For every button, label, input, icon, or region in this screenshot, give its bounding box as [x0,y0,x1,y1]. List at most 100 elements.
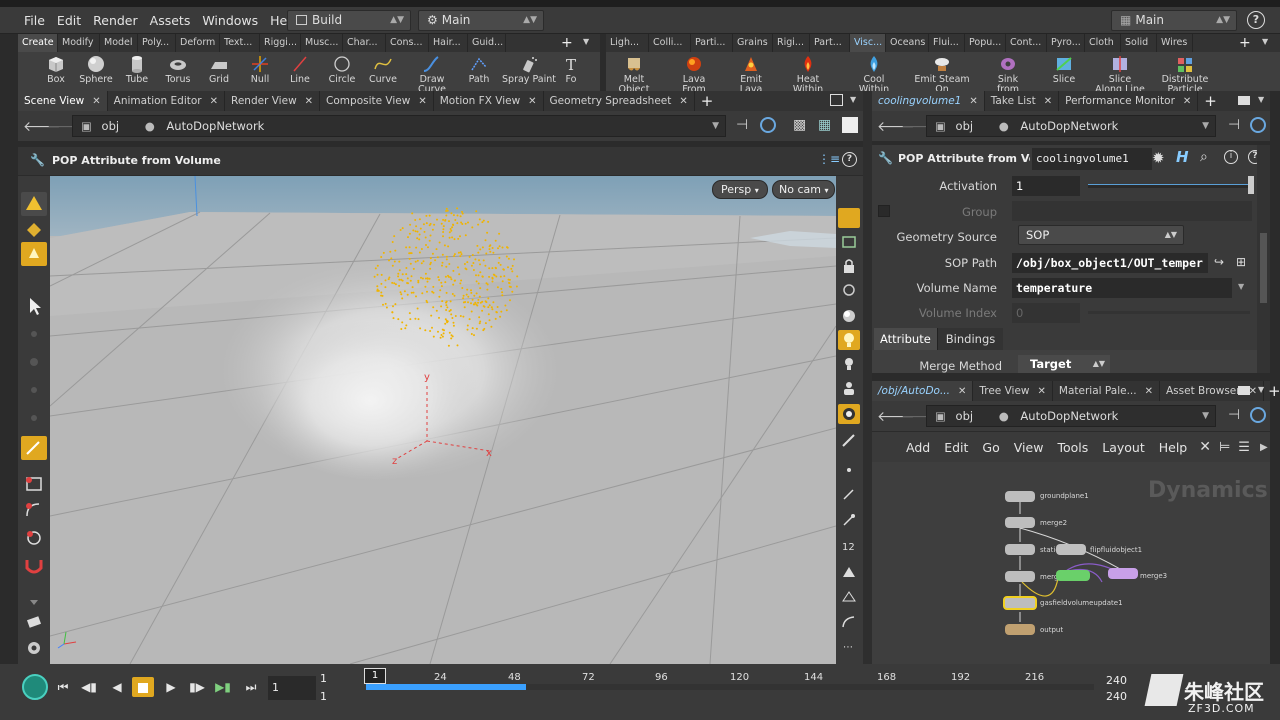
pane-splitter[interactable] [863,91,872,664]
normals-icon[interactable] [838,484,860,504]
pane-layout-icon[interactable] [1238,96,1250,105]
tools-icon[interactable]: ✕ [1199,439,1211,455]
play-icon[interactable]: ▶ [160,677,182,697]
net-menu-layout[interactable]: Layout [1102,440,1145,455]
user-icon[interactable] [838,378,860,398]
menu-assets[interactable]: Assets [144,7,197,34]
node-output[interactable] [1005,624,1035,635]
light-icon[interactable] [838,354,860,374]
volume-index-slider[interactable] [1088,311,1250,314]
tab-take-list[interactable]: Take List ✕ [985,91,1060,111]
desktop-dropdown[interactable]: Build ▲▼ [287,10,411,31]
chevron-down-icon[interactable]: ▼ [712,116,719,136]
list-icon[interactable]: ☰ [1238,440,1250,455]
shelf-tab-deform[interactable]: Deform [176,34,220,52]
net-menu-edit[interactable]: Edit [944,440,968,455]
search-icon[interactable]: ⌕ [1200,149,1208,165]
add-tab-icon[interactable]: + [1204,92,1217,110]
shelf-tab-guide[interactable]: Guid... [468,34,506,52]
snap-point-icon[interactable] [21,526,47,550]
shelf-tab-pyro[interactable]: Pyro... [1047,34,1085,52]
snap-curve-icon[interactable] [21,498,47,522]
group-field[interactable] [1012,201,1252,221]
shelf-tab-poly[interactable]: Poly... [138,34,176,52]
shelf-tab-create[interactable]: Create [18,34,58,52]
activation-slider-handle[interactable] [1248,176,1254,194]
play-reverse-icon[interactable]: ◀ [106,677,128,697]
add-shelf-icon[interactable]: + [1239,35,1251,51]
camera-icon[interactable]: ▩ [793,117,806,133]
path-obj[interactable]: obj [956,119,974,133]
tab-parameters[interactable]: coolingvolume1 ✕ [872,91,985,111]
close-icon[interactable]: ✕ [305,96,313,107]
tab-geometry-spreadsheet[interactable]: Geometry Spreadsheet ✕ [544,91,695,111]
tool-emit-steam-on-collision[interactable]: Emit Steam On Collision [914,52,970,105]
shelf-tab-wires[interactable]: Wires [1157,34,1193,52]
tab-scene-view[interactable]: Scene View ✕ [18,91,108,111]
shelf-tab-constraints[interactable]: Cons... [386,34,429,52]
tool-slice[interactable]: Slice [1042,52,1086,91]
shelf-tab-fluid-containers[interactable]: Flui... [929,34,965,52]
scene-viewport[interactable]: y z x Persp ▾ No cam ▾ [50,176,836,664]
jump-end-icon[interactable]: ⏭ [240,677,262,697]
more-options-icon[interactable]: ⋯ [838,636,860,656]
help-icon[interactable]: ? [1247,11,1265,29]
path-obj[interactable]: obj [102,119,120,133]
options-icon[interactable]: ⋮≡ [818,152,840,166]
snap-grid-icon[interactable] [21,472,47,496]
tool-circle[interactable]: Circle [324,52,360,91]
tool-sink-from-objects[interactable]: Sink from Objects [980,52,1036,105]
shading-icon[interactable] [838,306,860,326]
step-back-icon[interactable]: ◀▮ [78,677,100,697]
shelf-tab-hair[interactable]: Hair... [429,34,468,52]
point-numbers-icon[interactable]: 12 [838,536,860,556]
pin-icon[interactable]: ⊣ [736,117,748,133]
timeline-ruler[interactable]: 1 24 48 72 96 120 144 168 192 216 [362,668,1098,696]
pane-menu-icon[interactable]: ▼ [1258,385,1264,394]
info-icon[interactable]: i [1224,150,1238,164]
close-icon[interactable]: ✕ [1183,96,1191,107]
tool-line[interactable]: Line [286,52,314,91]
network-editor[interactable]: Dynamics groundplane1 merge2 staticsolve… [872,462,1270,664]
tab-bindings[interactable]: Bindings [936,328,1004,350]
magic-wand-icon[interactable] [21,436,47,460]
menu-windows[interactable]: Windows [196,7,264,34]
tab-composite-view[interactable]: Composite View ✕ [320,91,434,111]
link-icon[interactable] [1250,117,1266,133]
help-icon[interactable]: ? [842,152,857,167]
node-chooser-icon[interactable]: ⊞ [1236,255,1246,269]
pane-menu-icon[interactable]: ▼ [850,95,856,104]
shelf-tab-viscous[interactable]: Visc... [850,34,886,52]
context-dropdown[interactable]: ⚙ Main ▲▼ [418,10,544,31]
node-staticsolver1[interactable] [1005,544,1035,555]
primitive-icon[interactable] [838,562,860,582]
lock-icon[interactable] [838,256,860,276]
menu-edit[interactable]: Edit [51,7,87,34]
jump-end-key-icon[interactable]: ▶▮ [212,677,234,697]
net-menu-go[interactable]: Go [982,440,999,455]
paint-icon[interactable] [21,610,47,634]
shelf-tab-container-tools[interactable]: Cont... [1006,34,1047,52]
shelf-tab-collisions[interactable]: Colli... [649,34,691,52]
ghost-icon[interactable] [838,280,860,300]
shelf-tab-grains[interactable]: Grains [733,34,773,52]
path-network[interactable]: AutoDopNetwork [1020,119,1118,133]
activation-slider[interactable] [1088,184,1250,188]
close-icon[interactable]: ✕ [679,96,687,107]
start-frame-label[interactable]: 1 [320,672,327,685]
tool-box[interactable]: Box [42,52,70,91]
path-network[interactable]: AutoDopNetwork [1020,409,1118,423]
net-menu-view[interactable]: View [1014,440,1044,455]
persp-menu[interactable]: Persp ▾ [712,180,768,199]
realtime-toggle[interactable] [22,674,48,700]
node-flipsolver1[interactable] [1056,570,1090,581]
gear-view-icon[interactable] [21,636,47,660]
select-tool-icon[interactable] [21,218,47,242]
shelf-tab-muscles[interactable]: Musc... [301,34,343,52]
net-menu-add[interactable]: Add [906,440,930,455]
close-icon[interactable]: ✕ [958,386,966,397]
net-menu-help[interactable]: Help [1159,440,1188,455]
tool-draw-curve[interactable]: Draw Curve [406,52,458,95]
link-icon[interactable] [1250,407,1266,423]
end-frame-label[interactable]: 240 [1106,674,1127,687]
